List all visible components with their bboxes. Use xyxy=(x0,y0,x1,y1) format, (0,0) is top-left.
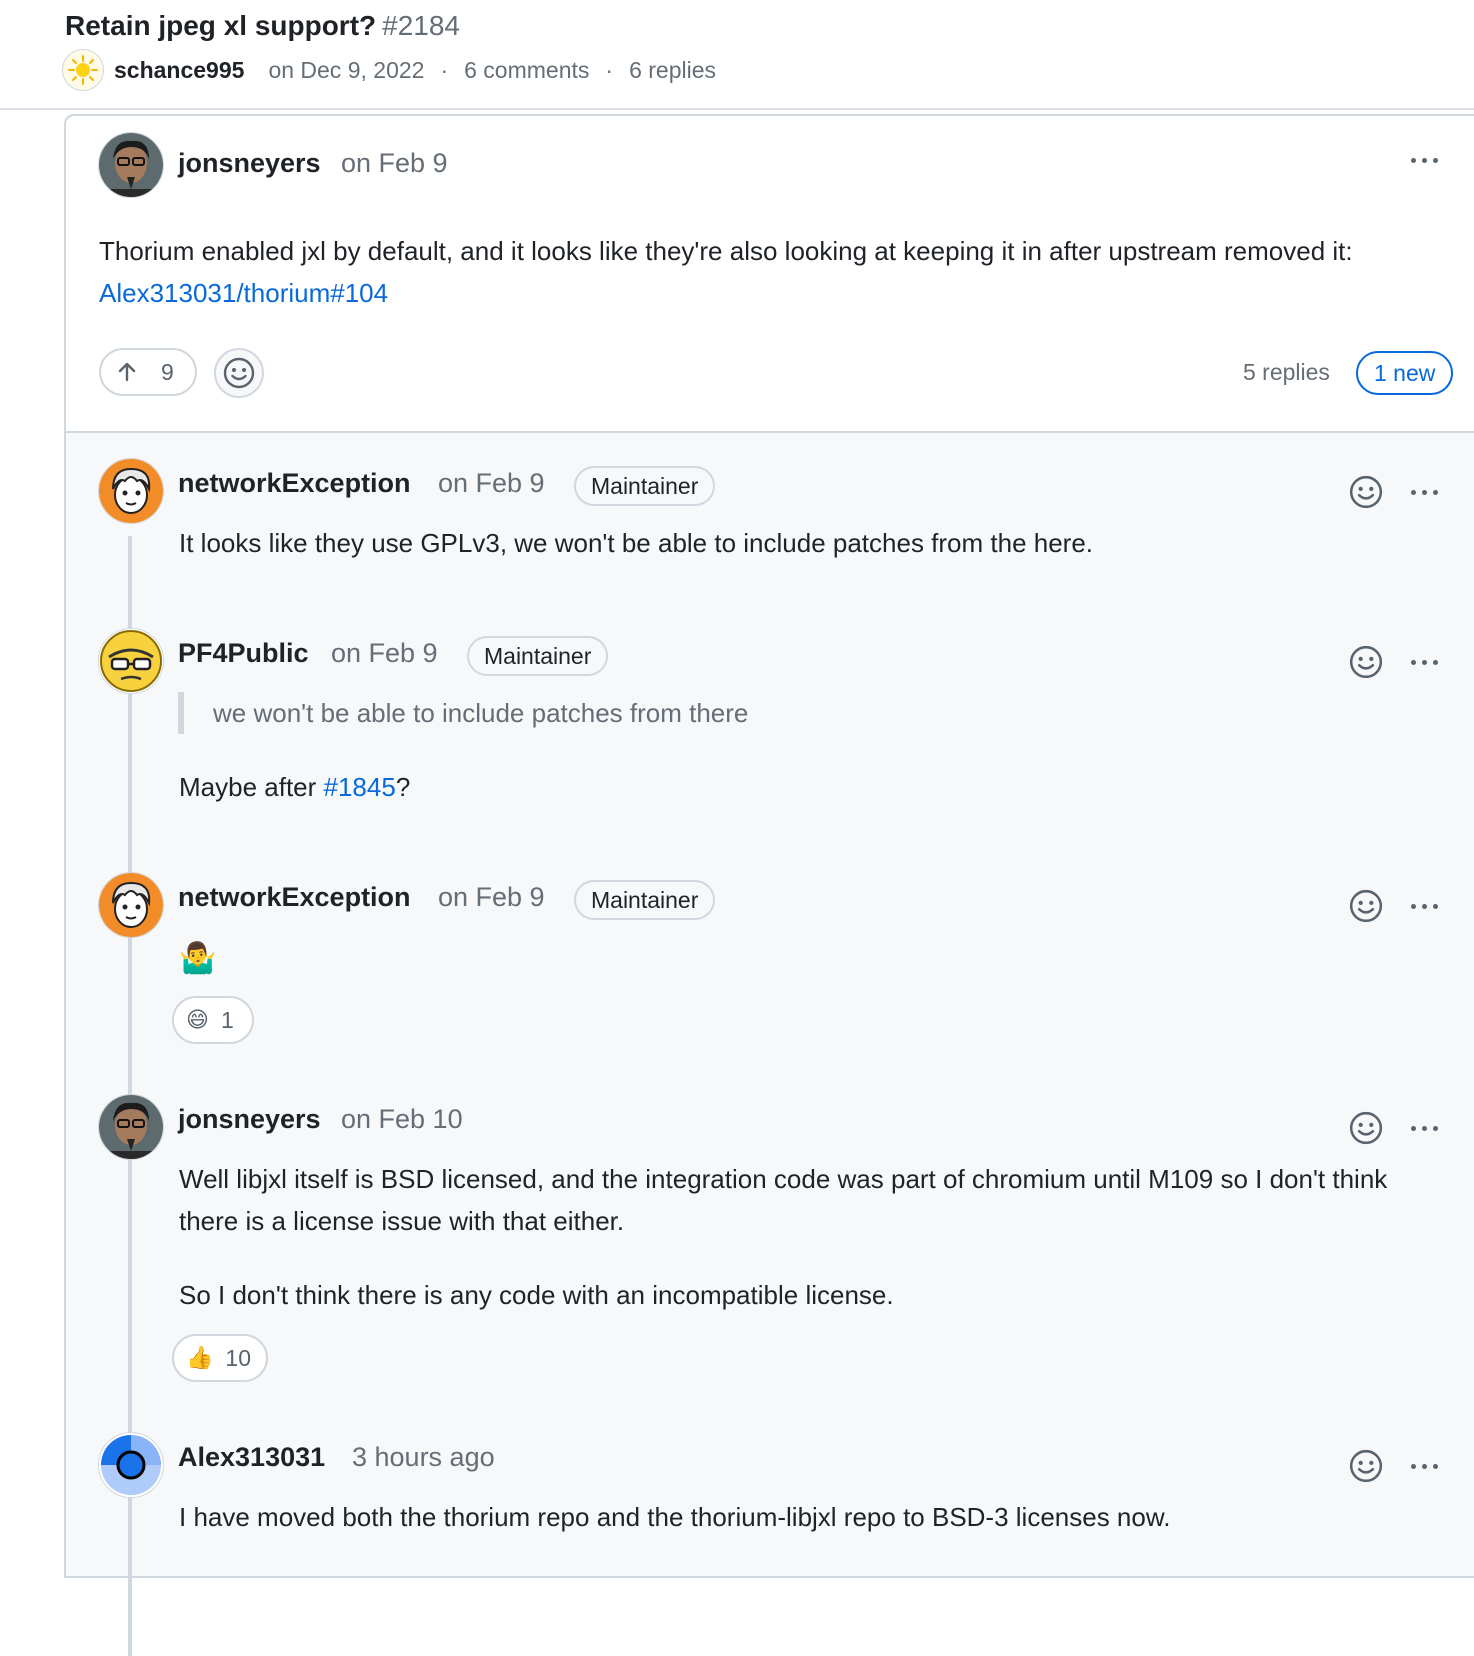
comment-date[interactable]: 3 hours ago xyxy=(352,1442,495,1473)
comment-date[interactable]: on Feb 9 xyxy=(341,148,448,179)
discussion-number: #2184 xyxy=(382,10,461,41)
discussion-date: on Dec 9, 2022 xyxy=(268,56,425,83)
kebab-horizontal-icon[interactable] xyxy=(1404,652,1444,672)
meta-separator: · xyxy=(440,56,449,83)
comment-date[interactable]: on Feb 10 xyxy=(341,1104,463,1135)
comment-author[interactable]: networkException xyxy=(178,882,411,913)
discussion-header: Retain jpeg xl support? #2184 schance995 … xyxy=(0,0,1474,110)
comment-author[interactable]: PF4Public xyxy=(178,638,309,669)
comment-date[interactable]: on Feb 9 xyxy=(438,882,545,913)
avatar-alex313031[interactable] xyxy=(98,1432,164,1498)
comment-author[interactable]: Alex313031 xyxy=(178,1442,325,1473)
comment-date[interactable]: on Feb 9 xyxy=(331,638,438,669)
sun-avatar-icon[interactable] xyxy=(62,49,104,91)
maintainer-badge: Maintainer xyxy=(574,880,716,920)
kebab-horizontal-icon[interactable] xyxy=(1404,150,1444,170)
comment-body: I have moved both the thorium repo and t… xyxy=(179,1502,1171,1532)
discussion-meta: schance995 on Dec 9, 2022 · 6 comments ·… xyxy=(62,49,716,91)
comment-body-paragraph-2: So I don't think there is any code with … xyxy=(179,1280,894,1310)
reaction-thumbs-up-button[interactable]: 👍 10 xyxy=(172,1334,268,1382)
replies-count: 6 replies xyxy=(629,56,716,83)
avatar-pf4public[interactable] xyxy=(98,628,164,694)
top-comment: jonsneyers on Feb 9 Thorium enabled jxl … xyxy=(66,116,1474,433)
smiley-icon xyxy=(223,357,255,389)
smiley-icon[interactable] xyxy=(1348,1448,1384,1484)
thorium-issue-link[interactable]: Alex313031/thorium#104 xyxy=(99,278,388,308)
kebab-horizontal-icon[interactable] xyxy=(1404,482,1444,502)
comment-body: Thorium enabled jxl by default, and it l… xyxy=(99,230,1399,314)
replies-count-label: 5 replies xyxy=(1243,359,1330,385)
comment-author[interactable]: jonsneyers xyxy=(178,1104,321,1135)
issue-1845-link[interactable]: #1845 xyxy=(324,772,396,802)
kebab-horizontal-icon[interactable] xyxy=(1404,1118,1444,1138)
comment-body: Maybe after #1845? xyxy=(179,766,1179,808)
comment-date[interactable]: on Feb 9 xyxy=(438,468,545,499)
smiley-icon[interactable] xyxy=(1348,644,1384,680)
smiley-icon[interactable] xyxy=(1348,1110,1384,1146)
avatar-jonsneyers[interactable] xyxy=(98,1094,164,1160)
reaction-count: 1 xyxy=(220,1006,234,1033)
comments-count: 6 comments xyxy=(464,56,590,83)
meta-separator: · xyxy=(605,56,614,83)
reaction-laugh-button[interactable]: 😄 1 xyxy=(172,996,254,1044)
discussion-author[interactable]: schance995 xyxy=(114,57,244,84)
comment-thread: jonsneyers on Feb 9 Thorium enabled jxl … xyxy=(64,114,1474,1656)
upvote-button[interactable]: 9 xyxy=(99,348,197,396)
add-reaction-button[interactable] xyxy=(214,348,264,398)
maintainer-badge: Maintainer xyxy=(574,466,716,506)
maintainer-badge: Maintainer xyxy=(467,636,609,676)
avatar-networkexception[interactable] xyxy=(98,872,164,938)
upvote-count: 9 xyxy=(161,358,174,385)
avatar-networkexception[interactable] xyxy=(98,458,164,524)
thumbs-up-emoji-icon: 👍 xyxy=(186,1345,214,1370)
comment-body-text: Thorium enabled jxl by default, and it l… xyxy=(99,236,1353,266)
comment-body-text: Maybe after xyxy=(179,772,324,802)
comment-author[interactable]: jonsneyers xyxy=(178,148,321,179)
grinning-emoji-icon: 😄 xyxy=(186,1007,209,1032)
comment-body-suffix: ? xyxy=(395,772,411,802)
reaction-count: 10 xyxy=(225,1344,251,1371)
shrug-emoji: 🤷‍♂️ xyxy=(179,942,217,975)
kebab-horizontal-icon[interactable] xyxy=(1404,1456,1444,1476)
discussion-title[interactable]: Retain jpeg xl support? xyxy=(65,10,376,41)
comment-body: It looks like they use GPLv3, we won't b… xyxy=(179,528,1094,558)
smiley-icon[interactable] xyxy=(1348,888,1384,924)
kebab-horizontal-icon[interactable] xyxy=(1404,896,1444,916)
comment-body: Well libjxl itself is BSD licensed, and … xyxy=(179,1164,1388,1236)
smiley-icon[interactable] xyxy=(1348,474,1384,510)
arrow-up-icon xyxy=(115,360,139,384)
avatar-jonsneyers[interactable] xyxy=(98,132,164,198)
comment-author[interactable]: networkException xyxy=(178,468,411,499)
discussion-title-row: Retain jpeg xl support? #2184 xyxy=(65,10,460,42)
blockquote: we won't be able to include patches from… xyxy=(178,692,748,734)
new-replies-button[interactable]: 1 new xyxy=(1356,351,1454,395)
